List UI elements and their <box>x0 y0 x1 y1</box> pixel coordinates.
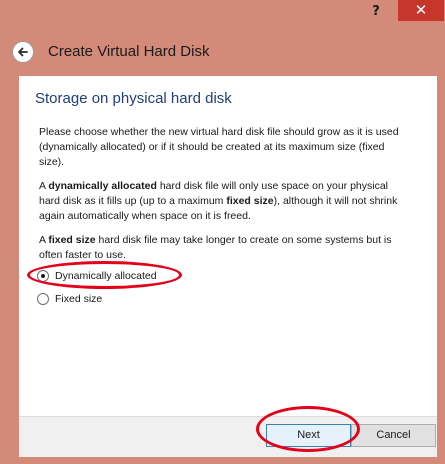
dialog-header: Create Virtual Hard Disk <box>8 34 436 74</box>
dialog-title: Create Virtual Hard Disk <box>48 43 210 60</box>
next-button[interactable]: Next <box>266 424 351 447</box>
intro-paragraph: Please choose whether the new virtual ha… <box>39 126 399 168</box>
radio-dot <box>41 274 45 278</box>
dynamic-description: A dynamically allocated hard disk file w… <box>39 180 398 222</box>
radio-button[interactable] <box>37 293 49 305</box>
radio-label: Fixed size <box>55 293 103 305</box>
button-bar: Next Cancel <box>19 416 437 457</box>
section-title: Storage on physical hard disk <box>35 90 232 107</box>
fixed-description: A fixed size hard disk file may take lon… <box>39 234 392 261</box>
radio-label: Dynamically allocated <box>55 270 157 282</box>
back-arrow-icon <box>18 47 28 57</box>
dialog-window: ? ✕ Create Virtual Hard Disk Storage on … <box>0 0 445 464</box>
content-panel: Storage on physical hard disk Please cho… <box>19 76 437 416</box>
radio-button-selected[interactable] <box>37 270 49 282</box>
close-button[interactable]: ✕ <box>398 0 444 21</box>
help-button[interactable]: ? <box>362 0 390 24</box>
back-button[interactable] <box>12 41 34 63</box>
cancel-button[interactable]: Cancel <box>351 424 436 447</box>
